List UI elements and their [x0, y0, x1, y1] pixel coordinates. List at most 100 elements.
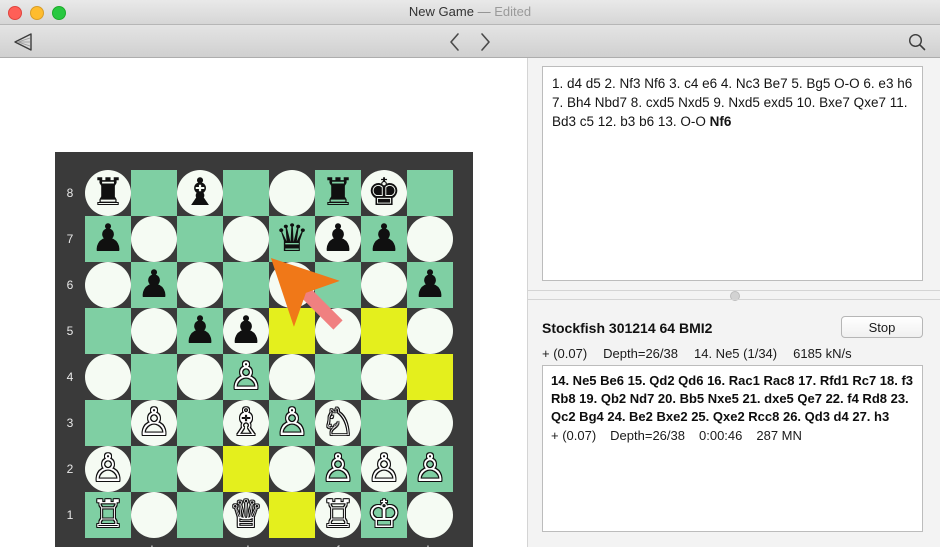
square-f6[interactable] [315, 262, 361, 308]
square-b3[interactable]: ♙ [131, 400, 177, 446]
square-b2[interactable] [131, 446, 177, 492]
square-g2[interactable]: ♙ [361, 446, 407, 492]
piece-P-f2[interactable]: ♙ [321, 450, 355, 488]
piece-k-g8[interactable]: ♚ [367, 174, 401, 212]
square-f8[interactable]: ♜ [315, 170, 361, 216]
square-d3[interactable]: ♗ [223, 400, 269, 446]
back-button[interactable] [8, 28, 38, 55]
square-g1[interactable]: ♔ [361, 492, 407, 538]
square-c3[interactable] [177, 400, 223, 446]
square-d8[interactable] [223, 170, 269, 216]
square-b8[interactable] [131, 170, 177, 216]
square-c6[interactable] [177, 262, 223, 308]
piece-p-g7[interactable]: ♟ [367, 220, 401, 258]
square-h4[interactable] [407, 354, 453, 400]
piece-P-a2[interactable]: ♙ [91, 450, 125, 488]
square-a4[interactable] [85, 354, 131, 400]
square-c8[interactable]: ♝ [177, 170, 223, 216]
square-a8[interactable]: ♜ [85, 170, 131, 216]
square-a2[interactable]: ♙ [85, 446, 131, 492]
board-squares[interactable]: ♜ ♝ ♜ ♚ ♟ ♛ ♟ ♟ ♟ ♞ ♟ ♟ ♟ ♙ ♙ ♗ ♙ ♘ ♙ ♙ ♙ ♙ ♖ ♕ ♖ ♔ [85, 170, 453, 538]
square-d5[interactable]: ♟ [223, 308, 269, 354]
piece-q-e7[interactable]: ♛ [275, 220, 309, 258]
piece-P-b3[interactable]: ♙ [137, 404, 171, 442]
square-d4[interactable]: ♙ [223, 354, 269, 400]
square-d1[interactable]: ♕ [223, 492, 269, 538]
square-e4[interactable] [269, 354, 315, 400]
move-list-panel[interactable]: 1. d4 d5 2. Nf3 Nf6 3. c4 e6 4. Nc3 Be7 … [542, 66, 923, 281]
square-e6[interactable]: ♞ [269, 262, 315, 308]
piece-R-a1[interactable]: ♖ [91, 496, 125, 534]
previous-move-button[interactable] [443, 28, 467, 55]
square-a1[interactable]: ♖ [85, 492, 131, 538]
square-e3[interactable]: ♙ [269, 400, 315, 446]
piece-p-c5[interactable]: ♟ [183, 312, 217, 350]
square-g3[interactable] [361, 400, 407, 446]
piece-P-h2[interactable]: ♙ [413, 450, 447, 488]
piece-r-a8[interactable]: ♜ [91, 174, 125, 212]
square-h3[interactable] [407, 400, 453, 446]
piece-P-d4[interactable]: ♙ [229, 358, 263, 396]
piece-p-b6[interactable]: ♟ [137, 266, 171, 304]
chess-board[interactable]: 8 7 6 5 4 3 2 1 ♜ ♝ ♜ ♚ ♟ ♛ ♟ ♟ ♟ ♞ ♟ ♟ ♟ ♙ ♙ ♗ ♙ ♘ ♙ ♙ ♙ ♙ ♖ ♕ ♖ ♔ abcd… [55, 152, 473, 547]
square-g5[interactable] [361, 308, 407, 354]
square-b5[interactable] [131, 308, 177, 354]
square-h5[interactable] [407, 308, 453, 354]
piece-p-d5[interactable]: ♟ [229, 312, 263, 350]
square-f7[interactable]: ♟ [315, 216, 361, 262]
square-g8[interactable]: ♚ [361, 170, 407, 216]
square-c7[interactable] [177, 216, 223, 262]
piece-N-f3[interactable]: ♘ [321, 404, 355, 442]
piece-P-e3[interactable]: ♙ [275, 404, 309, 442]
piece-n-e6[interactable]: ♞ [275, 266, 309, 304]
square-e8[interactable] [269, 170, 315, 216]
principal-variation-panel[interactable]: 14. Ne5 Be6 15. Qd2 Qd6 16. Rac1 Rac8 17… [542, 365, 923, 532]
piece-R-f1[interactable]: ♖ [321, 496, 355, 534]
piece-r-f8[interactable]: ♜ [321, 174, 355, 212]
square-g6[interactable] [361, 262, 407, 308]
square-e2[interactable] [269, 446, 315, 492]
square-h6[interactable]: ♟ [407, 262, 453, 308]
horizontal-splitter[interactable] [528, 290, 940, 301]
square-e1[interactable] [269, 492, 315, 538]
square-a7[interactable]: ♟ [85, 216, 131, 262]
square-h7[interactable] [407, 216, 453, 262]
square-b6[interactable]: ♟ [131, 262, 177, 308]
square-c2[interactable] [177, 446, 223, 492]
square-f2[interactable]: ♙ [315, 446, 361, 492]
piece-p-a7[interactable]: ♟ [91, 220, 125, 258]
square-a6[interactable] [85, 262, 131, 308]
square-d2[interactable] [223, 446, 269, 492]
square-d7[interactable] [223, 216, 269, 262]
piece-Q-d1[interactable]: ♕ [229, 496, 263, 534]
square-c1[interactable] [177, 492, 223, 538]
square-e7[interactable]: ♛ [269, 216, 315, 262]
search-button[interactable] [903, 28, 931, 55]
square-b4[interactable] [131, 354, 177, 400]
square-e5[interactable] [269, 308, 315, 354]
square-d6[interactable] [223, 262, 269, 308]
square-c4[interactable] [177, 354, 223, 400]
square-f1[interactable]: ♖ [315, 492, 361, 538]
square-a3[interactable] [85, 400, 131, 446]
piece-p-f7[interactable]: ♟ [321, 220, 355, 258]
square-f3[interactable]: ♘ [315, 400, 361, 446]
piece-B-d3[interactable]: ♗ [229, 404, 263, 442]
square-a5[interactable] [85, 308, 131, 354]
square-g7[interactable]: ♟ [361, 216, 407, 262]
piece-K-g1[interactable]: ♔ [367, 496, 401, 534]
square-h1[interactable] [407, 492, 453, 538]
square-h8[interactable] [407, 170, 453, 216]
stop-button[interactable]: Stop [841, 316, 923, 338]
next-move-button[interactable] [473, 28, 497, 55]
piece-b-c8[interactable]: ♝ [183, 174, 217, 212]
square-b7[interactable] [131, 216, 177, 262]
piece-P-g2[interactable]: ♙ [367, 450, 401, 488]
square-f4[interactable] [315, 354, 361, 400]
square-b1[interactable] [131, 492, 177, 538]
piece-p-h6[interactable]: ♟ [413, 266, 447, 304]
square-f5[interactable] [315, 308, 361, 354]
square-c5[interactable]: ♟ [177, 308, 223, 354]
square-h2[interactable]: ♙ [407, 446, 453, 492]
square-g4[interactable] [361, 354, 407, 400]
